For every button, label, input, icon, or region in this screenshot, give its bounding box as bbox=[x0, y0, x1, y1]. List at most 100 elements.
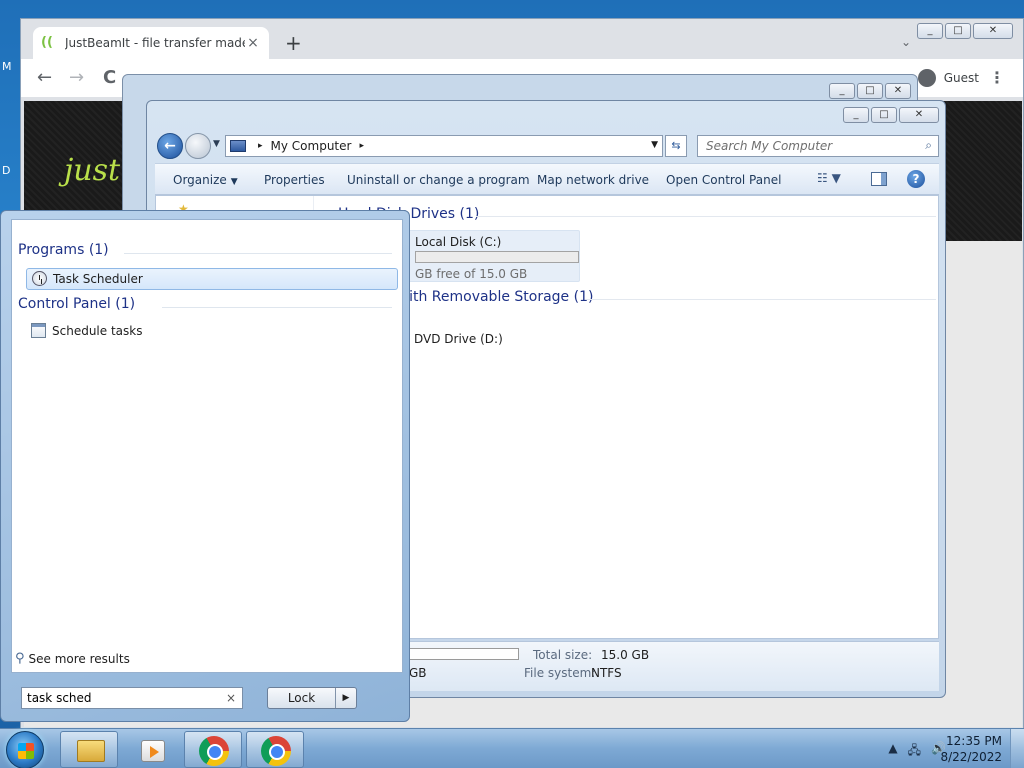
chrome-tabstrip: (( JustBeamIt - file transfer made e... … bbox=[21, 19, 1023, 59]
clock-date: 8/22/2022 bbox=[940, 750, 1002, 764]
taskbar-chrome-button-2[interactable] bbox=[246, 731, 304, 768]
result-schedule-tasks-label: Schedule tasks bbox=[52, 324, 143, 338]
start-search-input[interactable] bbox=[27, 691, 217, 705]
search-results-panel: Programs (1) Task Scheduler Control Pane… bbox=[11, 219, 403, 673]
system-tray: ▲ 🖧 🔊 bbox=[888, 741, 946, 762]
breadcrumb-chevron-icon[interactable]: ▸ bbox=[359, 141, 364, 151]
tab-close-icon[interactable]: × bbox=[245, 35, 261, 51]
shutdown-options-arrow-icon[interactable]: ▶ bbox=[336, 688, 356, 708]
chrome-icon bbox=[261, 736, 291, 766]
explorer-search-input[interactable]: Search My Computer ⌕ bbox=[697, 135, 939, 157]
tray-expand-icon[interactable]: ▲ bbox=[888, 741, 897, 762]
properties-button[interactable]: Properties bbox=[264, 173, 325, 187]
programs-group-header[interactable]: Programs (1) bbox=[18, 242, 109, 258]
drive-c-usage-bar bbox=[415, 251, 579, 263]
breadcrumb-my-computer[interactable]: My Computer bbox=[271, 139, 352, 153]
start-menu: Programs (1) Task Scheduler Control Pane… bbox=[0, 210, 410, 722]
computer-icon bbox=[230, 140, 246, 152]
dvd-drive-d[interactable]: DVD Drive (D:) bbox=[414, 332, 503, 346]
show-desktop-button[interactable] bbox=[1010, 729, 1024, 768]
clock-time: 12:35 PM bbox=[946, 734, 1002, 748]
address-row: ← ▼ ▸ My Computer ▸ ▼ ⇆ Search My Comput… bbox=[155, 131, 939, 159]
map-network-drive-button[interactable]: Map network drive bbox=[537, 173, 649, 187]
total-size-label: Total size: bbox=[533, 648, 593, 662]
chrome-tab-justbeamit[interactable]: (( JustBeamIt - file transfer made e... … bbox=[33, 27, 269, 59]
justbeamit-logo: just bbox=[64, 153, 121, 188]
result-schedule-tasks[interactable]: Schedule tasks bbox=[26, 320, 398, 342]
clock-icon bbox=[31, 271, 47, 287]
explorer-close-button[interactable]: ✕ bbox=[899, 107, 939, 123]
preview-pane-icon[interactable] bbox=[871, 172, 887, 186]
back-arrow-icon[interactable]: ← bbox=[37, 68, 52, 88]
search-icon[interactable]: ⌕ bbox=[925, 138, 932, 153]
chrome-minimize-button[interactable]: _ bbox=[917, 23, 943, 39]
address-bar[interactable]: ▸ My Computer ▸ ▼ bbox=[225, 135, 663, 157]
details-space-used: GB bbox=[409, 666, 427, 680]
guest-avatar-icon bbox=[917, 69, 936, 87]
details-usage-bar bbox=[409, 648, 519, 660]
calendar-icon bbox=[30, 323, 46, 339]
breadcrumb-separator-icon[interactable]: ▸ bbox=[258, 141, 263, 151]
explorer-minimize-button[interactable]: _ bbox=[843, 107, 869, 123]
organize-label: Organize bbox=[173, 173, 227, 187]
refresh-icon[interactable]: ⇆ bbox=[665, 135, 687, 157]
taskbar: ▲ 🖧 🔊 12:35 PM 8/22/2022 bbox=[0, 728, 1024, 768]
total-size-value: 15.0 GB bbox=[601, 648, 650, 662]
organize-button[interactable]: Organize ▼ bbox=[173, 173, 238, 187]
network-icon[interactable]: 🖧 bbox=[908, 741, 921, 762]
drive-c-name: Local Disk (C:) bbox=[415, 235, 502, 249]
justbeamit-favicon-icon: (( bbox=[41, 35, 53, 50]
chrome-menu-icon[interactable]: ⋮ bbox=[989, 68, 1005, 87]
uninstall-program-button[interactable]: Uninstall or change a program bbox=[347, 173, 530, 187]
control-panel-divider bbox=[162, 307, 392, 308]
explorer-back-icon[interactable]: ← bbox=[157, 133, 183, 159]
address-dropdown-icon[interactable]: ▼ bbox=[651, 140, 658, 150]
lock-button[interactable]: Lock bbox=[268, 688, 336, 708]
back-explorer-minimize-button[interactable]: _ bbox=[829, 83, 855, 99]
drive-c-free-space: GB free of 15.0 GB bbox=[415, 267, 528, 281]
help-icon[interactable]: ? bbox=[907, 170, 925, 188]
see-more-results-link[interactable]: ⚲ See more results bbox=[15, 651, 130, 666]
forward-arrow-icon[interactable]: → bbox=[69, 68, 84, 88]
tab-search-icon[interactable]: ⌄ bbox=[901, 35, 911, 49]
file-system-value: NTFS bbox=[591, 666, 622, 680]
start-button[interactable] bbox=[6, 731, 44, 768]
taskbar-clock[interactable]: 12:35 PM 8/22/2022 bbox=[940, 733, 1002, 765]
new-tab-button[interactable]: + bbox=[285, 33, 302, 53]
result-task-scheduler[interactable]: Task Scheduler bbox=[26, 268, 398, 290]
back-explorer-controls: _ □ ✕ bbox=[829, 83, 911, 99]
back-explorer-close-button[interactable]: ✕ bbox=[885, 83, 911, 99]
reload-icon[interactable]: C bbox=[103, 68, 116, 88]
explorer-maximize-button[interactable]: □ bbox=[871, 107, 897, 123]
chrome-window-controls: _ □ ✕ bbox=[917, 23, 1013, 39]
explorer-forward-icon[interactable] bbox=[185, 133, 211, 159]
chrome-close-button[interactable]: ✕ bbox=[973, 23, 1013, 39]
lock-button-group: Lock ▶ bbox=[267, 687, 357, 709]
recent-pages-dropdown-icon[interactable]: ▼ bbox=[213, 139, 220, 149]
organize-chevron-down-icon: ▼ bbox=[230, 177, 238, 187]
control-panel-group-header[interactable]: Control Panel (1) bbox=[18, 296, 135, 312]
change-view-icon[interactable]: ☷ ▼ bbox=[817, 171, 841, 185]
profile-label: Guest bbox=[943, 71, 979, 85]
search-placeholder: Search My Computer bbox=[706, 139, 833, 153]
taskbar-chrome-button-1[interactable] bbox=[184, 731, 242, 768]
back-explorer-maximize-button[interactable]: □ bbox=[857, 83, 883, 99]
media-player-icon bbox=[141, 740, 165, 762]
clear-search-icon[interactable]: × bbox=[226, 691, 236, 705]
chrome-icon bbox=[199, 736, 229, 766]
open-control-panel-button[interactable]: Open Control Panel bbox=[666, 173, 781, 187]
programs-divider bbox=[124, 253, 392, 254]
profile-button[interactable]: Guest bbox=[913, 66, 987, 90]
file-system-label: File system: bbox=[524, 666, 596, 680]
desktop-label-d: D bbox=[2, 164, 11, 177]
explorer-window-controls: _ □ ✕ bbox=[843, 107, 939, 123]
start-search-box[interactable]: × bbox=[21, 687, 243, 709]
desktop-label-m: M bbox=[2, 60, 12, 73]
command-bar: Organize ▼ Properties Uninstall or change… bbox=[155, 163, 939, 195]
hdd-group-divider bbox=[476, 216, 936, 217]
chrome-maximize-button[interactable]: □ bbox=[945, 23, 971, 39]
result-task-scheduler-label: Task Scheduler bbox=[53, 272, 143, 286]
removable-group-divider bbox=[586, 299, 936, 300]
taskbar-explorer-button[interactable] bbox=[60, 731, 118, 768]
taskbar-media-player-button[interactable] bbox=[122, 731, 180, 768]
